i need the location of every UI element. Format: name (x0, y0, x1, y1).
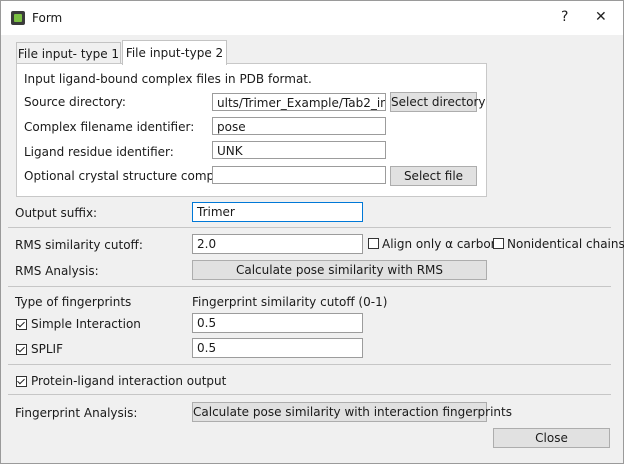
simple-interaction-cutoff-input[interactable]: 0.5 (192, 313, 363, 333)
app-icon (11, 11, 25, 25)
divider (8, 364, 611, 365)
simple-interaction-label: Simple Interaction (31, 317, 141, 331)
calculate-fingerprint-button[interactable]: Calculate pose similarity with interacti… (192, 402, 512, 422)
form-window: Form ? ✕ File input- type 1 File input-t… (0, 0, 624, 464)
close-button[interactable]: Close (493, 428, 610, 448)
splif-label: SPLIF (31, 342, 63, 356)
calculate-rms-button[interactable]: Calculate pose similarity with RMS (192, 260, 487, 280)
simple-interaction-checkbox[interactable] (16, 319, 27, 330)
tab-file-input-type-1[interactable]: File input- type 1 (16, 42, 121, 65)
divider (8, 286, 611, 287)
select-file-button[interactable]: Select file (390, 166, 477, 186)
panel-intro-text: Input ligand-bound complex files in PDB … (24, 72, 312, 86)
divider (8, 227, 611, 228)
nonidentical-chains-label: Nonidentical chains (507, 237, 624, 251)
output-suffix-input[interactable]: Trimer (192, 202, 363, 222)
output-suffix-label: Output suffix: (15, 206, 98, 220)
select-directory-button[interactable]: Select directory (390, 92, 486, 112)
align-alpha-carbon-checkbox[interactable] (368, 238, 379, 249)
interaction-output-label: Protein-ligand interaction output (31, 374, 227, 388)
ligand-residue-input[interactable]: UNK (212, 141, 386, 159)
window-title: Form (32, 11, 63, 25)
fingerprint-cutoff-header: Fingerprint similarity cutoff (0-1) (192, 295, 388, 309)
nonidentical-chains-checkbox[interactable] (493, 238, 504, 249)
tab-file-input-type-2[interactable]: File input-type 2 (122, 40, 227, 65)
crystal-structure-input[interactable] (212, 166, 386, 184)
rms-cutoff-input[interactable]: 2.0 (192, 234, 363, 254)
fingerprint-type-label: Type of fingerprints (15, 295, 132, 309)
rms-cutoff-label: RMS similarity cutoff: (15, 238, 143, 252)
align-alpha-carbon-label: Align only α carbon (382, 237, 499, 251)
divider (8, 394, 611, 395)
fingerprint-analysis-label: Fingerprint Analysis: (15, 406, 138, 420)
tab-panel: Input ligand-bound complex files in PDB … (16, 63, 487, 197)
close-window-icon[interactable]: ✕ (595, 9, 607, 25)
complex-identifier-input[interactable]: pose (212, 117, 386, 135)
crystal-structure-label: Optional crystal structure complex: (24, 169, 236, 183)
source-directory-input[interactable]: ults/Trimer_Example/Tab2_input (212, 93, 386, 111)
interaction-output-checkbox[interactable] (16, 376, 27, 387)
source-directory-label: Source directory: (24, 95, 126, 109)
complex-identifier-label: Complex filename identifier: (24, 120, 195, 134)
splif-cutoff-input[interactable]: 0.5 (192, 338, 363, 358)
splif-checkbox[interactable] (16, 344, 27, 355)
rms-analysis-label: RMS Analysis: (15, 264, 99, 278)
help-icon[interactable]: ? (561, 9, 568, 25)
title-bar: Form ? ✕ (1, 1, 623, 35)
ligand-residue-label: Ligand residue identifier: (24, 145, 174, 159)
